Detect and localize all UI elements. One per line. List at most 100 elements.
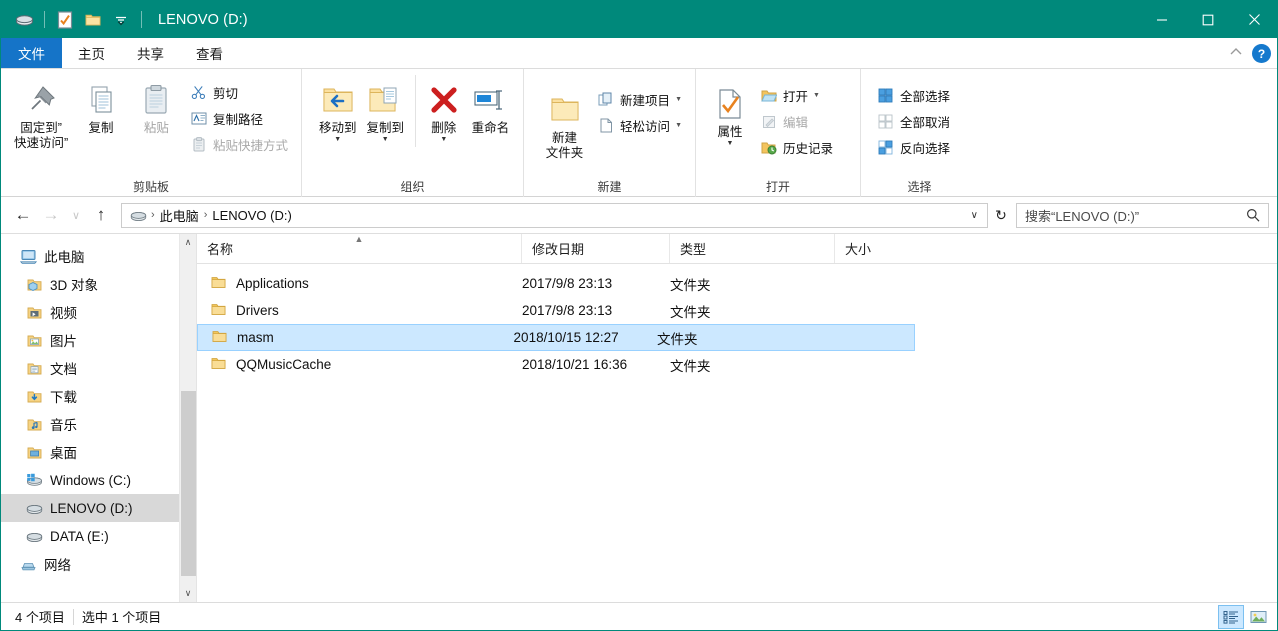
sidebar-scroll-track[interactable] bbox=[180, 251, 197, 585]
open-dropdown-icon[interactable]: ▼ bbox=[813, 92, 820, 99]
search-box[interactable]: 搜索“LENOVO (D:)” bbox=[1016, 202, 1269, 228]
forward-button[interactable]: → bbox=[37, 201, 65, 229]
sidebar-item-videos[interactable]: 视频 bbox=[1, 298, 196, 326]
invert-selection-button[interactable]: 反向选择 bbox=[871, 135, 955, 160]
rename-button[interactable]: 重命名 bbox=[466, 75, 515, 136]
minimize-button[interactable] bbox=[1139, 1, 1185, 38]
search-icon[interactable] bbox=[1246, 208, 1264, 222]
table-row[interactable]: masm 2018/10/15 12:27 文件夹 bbox=[197, 324, 915, 351]
close-button[interactable] bbox=[1231, 1, 1277, 38]
breadcrumb-this-pc[interactable]: 此电脑 bbox=[157, 206, 202, 225]
cut-button[interactable]: 剪切 bbox=[184, 80, 293, 105]
drive-icon[interactable] bbox=[11, 7, 37, 33]
tab-share[interactable]: 共享 bbox=[121, 38, 180, 68]
column-header-name[interactable]: ▲ 名称 bbox=[197, 234, 522, 263]
copy-button[interactable]: 复制 bbox=[73, 75, 128, 136]
move-to-dropdown-icon[interactable]: ▼ bbox=[334, 136, 341, 143]
3d-objects-icon bbox=[25, 275, 43, 293]
pin-to-quick-access-button[interactable]: 固定到” 快速访问” bbox=[9, 75, 73, 151]
sidebar-item-windows-c[interactable]: Windows (C:) bbox=[1, 466, 196, 494]
sidebar-item-label: 网络 bbox=[44, 558, 71, 573]
maximize-button[interactable] bbox=[1185, 1, 1231, 38]
breadcrumb-lenovo-d[interactable]: LENOVO (D:) bbox=[209, 208, 294, 223]
delete-dropdown-icon[interactable]: ▼ bbox=[440, 136, 447, 143]
sidebar-scroll-up-button[interactable]: ∧ bbox=[180, 234, 197, 251]
table-row[interactable]: QQMusicCache 2018/10/21 16:36 文件夹 bbox=[197, 351, 1277, 378]
easy-access-dropdown-icon[interactable]: ▼ bbox=[675, 122, 682, 129]
sidebar-scrollbar[interactable]: ∧ ∨ bbox=[179, 234, 196, 602]
edit-label: 编辑 bbox=[783, 116, 809, 130]
easy-access-icon bbox=[596, 116, 615, 135]
sort-ascending-icon: ▲ bbox=[354, 234, 364, 244]
easy-access-button[interactable]: 轻松访问 ▼ bbox=[591, 113, 687, 138]
details-view-button[interactable] bbox=[1218, 604, 1244, 629]
select-all-button[interactable]: 全部选择 bbox=[871, 83, 955, 108]
sidebar-item-data-e[interactable]: DATA (E:) bbox=[1, 522, 196, 550]
copy-to-dropdown-icon[interactable]: ▼ bbox=[382, 136, 389, 143]
new-item-dropdown-icon[interactable]: ▼ bbox=[675, 96, 682, 103]
table-row[interactable]: Drivers 2017/9/8 23:13 文件夹 bbox=[197, 297, 1277, 324]
back-button[interactable]: ← bbox=[9, 201, 37, 229]
sidebar-item-label: 图片 bbox=[50, 334, 77, 349]
copy-path-button[interactable]: 复制路径 bbox=[184, 106, 293, 131]
network-icon bbox=[19, 555, 37, 573]
folder-icon bbox=[212, 329, 227, 346]
sidebar-item-lenovo-d[interactable]: LENOVO (D:) bbox=[1, 494, 196, 522]
copy-to-button[interactable]: 复制到 ▼ bbox=[361, 75, 408, 143]
refresh-button[interactable]: ↻ bbox=[988, 203, 1014, 228]
qat-divider bbox=[44, 11, 45, 28]
copy-label: 复制 bbox=[88, 121, 114, 135]
sidebar-scroll-down-button[interactable]: ∨ bbox=[180, 585, 197, 602]
paste-shortcut-button[interactable]: 粘贴快捷方式 bbox=[184, 132, 293, 157]
table-row[interactable]: Applications 2017/9/8 23:13 文件夹 bbox=[197, 270, 1277, 297]
tab-home[interactable]: 主页 bbox=[62, 38, 121, 68]
sidebar-item-3d-objects[interactable]: 3D 对象 bbox=[1, 270, 196, 298]
new-folder-button[interactable]: 新建 文件夹 bbox=[538, 75, 591, 161]
column-header-size[interactable]: 大小 bbox=[835, 234, 935, 263]
breadcrumb-separator-0[interactable]: › bbox=[149, 209, 157, 221]
properties-label: 属性 bbox=[717, 125, 743, 139]
column-header-date-modified[interactable]: 修改日期 bbox=[522, 234, 670, 263]
sidebar-item-downloads[interactable]: 下载 bbox=[1, 382, 196, 410]
sidebar-item-this-pc[interactable]: 此电脑 bbox=[1, 242, 196, 270]
history-button[interactable]: 历史记录 bbox=[754, 135, 838, 160]
move-to-button[interactable]: 移动到 ▼ bbox=[314, 75, 361, 143]
select-none-button[interactable]: 全部取消 bbox=[871, 109, 955, 134]
delete-button[interactable]: 删除 ▼ bbox=[422, 75, 466, 143]
address-bar: ← → ∨ ↑ › 此电脑 › LENOVO (D:) ∨ ↻ 搜索“LENOV… bbox=[1, 197, 1277, 233]
breadcrumb-separator-1[interactable]: › bbox=[202, 209, 210, 221]
properties-button[interactable]: 属性 ▼ bbox=[706, 75, 754, 147]
column-header-type[interactable]: 类型 bbox=[670, 234, 835, 263]
paste-label: 粘贴 bbox=[143, 121, 169, 135]
customize-chevron-icon[interactable] bbox=[108, 7, 134, 33]
edit-button[interactable]: 编辑 bbox=[754, 109, 838, 134]
open-button[interactable]: 打开 ▼ bbox=[754, 83, 838, 108]
properties-icon[interactable] bbox=[52, 7, 78, 33]
tab-file[interactable]: 文件 bbox=[1, 38, 62, 68]
column-header-label: 类型 bbox=[680, 242, 707, 257]
recent-locations-button[interactable]: ∨ bbox=[65, 201, 87, 229]
column-header-label: 名称 bbox=[207, 242, 234, 257]
up-button[interactable]: ↑ bbox=[87, 201, 115, 229]
new-item-button[interactable]: 新建项目 ▼ bbox=[591, 87, 687, 112]
sidebar-item-label: 桌面 bbox=[50, 446, 77, 461]
sidebar-item-desktop[interactable]: 桌面 bbox=[1, 438, 196, 466]
address-input[interactable]: › 此电脑 › LENOVO (D:) ∨ bbox=[121, 202, 988, 228]
sidebar-item-label: Windows (C:) bbox=[50, 472, 132, 488]
sidebar-item-pictures[interactable]: 图片 bbox=[1, 326, 196, 354]
properties-dropdown-icon[interactable]: ▼ bbox=[727, 140, 734, 147]
help-icon[interactable]: ? bbox=[1252, 44, 1271, 63]
invert-selection-label: 反向选择 bbox=[900, 142, 951, 156]
sidebar-item-music[interactable]: 音乐 bbox=[1, 410, 196, 438]
sidebar-scroll-thumb[interactable] bbox=[180, 391, 196, 576]
new-folder-icon[interactable] bbox=[80, 7, 106, 33]
sidebar-item-documents[interactable]: 文档 bbox=[1, 354, 196, 382]
sidebar-item-network[interactable]: 网络 bbox=[1, 550, 196, 578]
paste-button[interactable]: 粘贴 bbox=[129, 75, 184, 136]
large-icons-view-button[interactable] bbox=[1246, 606, 1270, 628]
collapse-ribbon-icon[interactable] bbox=[1228, 45, 1244, 62]
row-name-cell: QQMusicCache bbox=[197, 356, 522, 373]
tab-view[interactable]: 查看 bbox=[180, 38, 239, 68]
select-all-icon bbox=[876, 86, 895, 105]
address-dropdown-icon[interactable]: ∨ bbox=[964, 210, 985, 221]
